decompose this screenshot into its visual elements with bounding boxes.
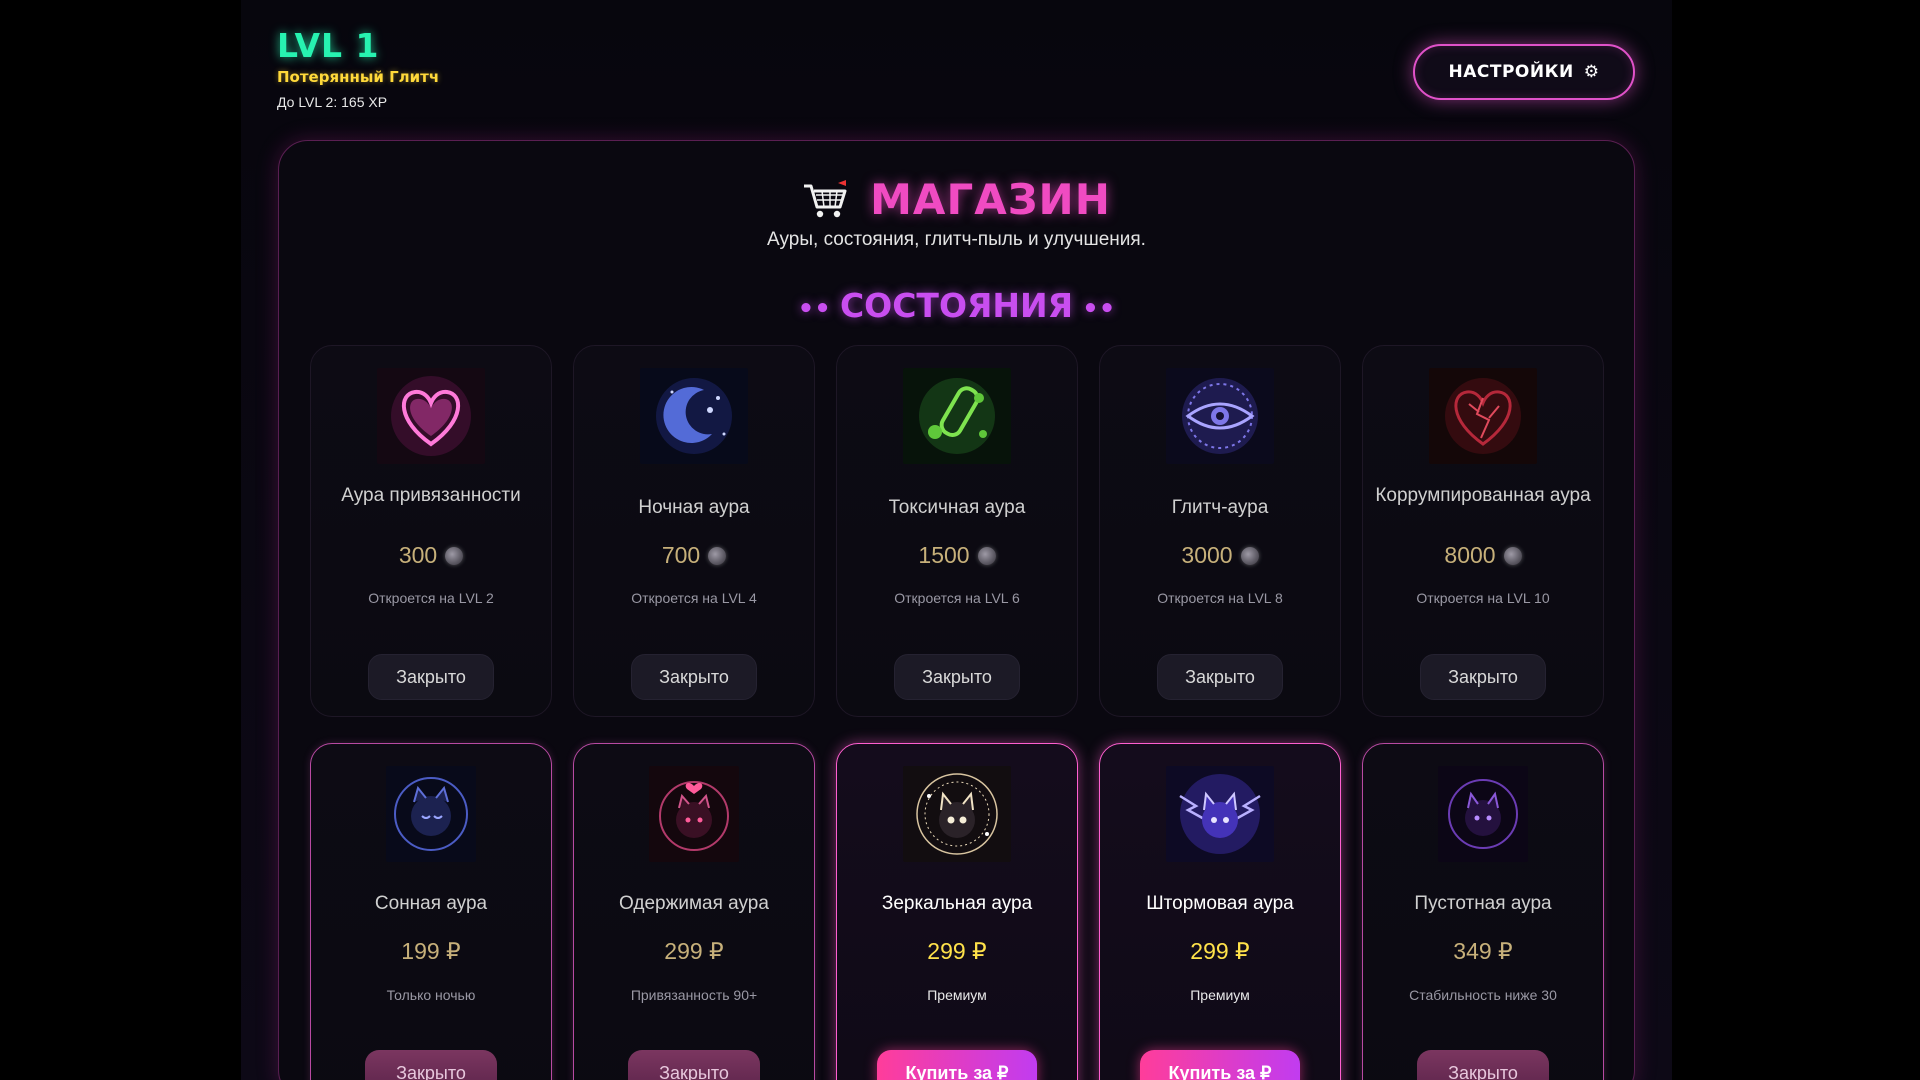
card-name: Ночная аура bbox=[638, 497, 750, 518]
card-price: 299 ₽ bbox=[837, 938, 1077, 965]
shopping-cart-icon bbox=[804, 179, 847, 217]
card-price: 199 ₽ bbox=[311, 938, 551, 965]
shop-card-premium: Штормовая аура 299 ₽ Премиум Купить за ₽ bbox=[1099, 743, 1341, 1080]
price-value: 8000 bbox=[1444, 542, 1496, 568]
buy-button[interactable]: Купить за ₽ bbox=[1140, 1050, 1300, 1080]
obsessed-cat-aura-icon bbox=[649, 766, 739, 862]
glitch-coin-icon bbox=[977, 546, 996, 565]
price-value: 299 ₽ bbox=[1190, 938, 1250, 964]
shop-card: Сонная аура 199 ₽ Только ночью Закрыто bbox=[310, 743, 552, 1080]
price-value: 299 ₽ bbox=[927, 938, 987, 964]
price-value: 199 ₽ bbox=[401, 938, 461, 964]
locked-button[interactable]: Закрыто bbox=[365, 1050, 497, 1080]
locked-button[interactable]: Закрыто bbox=[1417, 1050, 1549, 1080]
price-value: 349 ₽ bbox=[1453, 938, 1513, 964]
void-cat-aura-icon bbox=[1438, 766, 1528, 862]
rank-label: Потерянный Глитч bbox=[277, 68, 440, 86]
sleepy-cat-aura-icon bbox=[386, 766, 476, 862]
gear-icon: ⚙ bbox=[1583, 62, 1600, 82]
glitch-coin-icon bbox=[1503, 546, 1522, 565]
card-requirement: Только ночью bbox=[386, 987, 476, 1003]
locked-button[interactable]: Закрыто bbox=[1420, 654, 1546, 700]
moon-aura-icon bbox=[640, 368, 748, 464]
glitch-coin-icon bbox=[708, 546, 727, 565]
card-price: 299 ₽ bbox=[574, 938, 814, 965]
card-price: 3000 bbox=[1100, 542, 1340, 569]
shop-card: Токсичная аура 1500 Откроется на LVL 6 З… bbox=[836, 345, 1078, 717]
card-requirement: Откроется на LVL 2 bbox=[368, 590, 494, 606]
shop-card: Глитч-аура 3000 Откроется на LVL 8 Закры… bbox=[1099, 345, 1341, 717]
card-requirement: Стабильность ниже 30 bbox=[1409, 987, 1557, 1003]
card-name: Штормовая аура bbox=[1146, 893, 1294, 914]
section-title-text: СОСТОЯНИЯ bbox=[839, 286, 1074, 325]
shop-header: МАГАЗИН bbox=[279, 175, 1634, 224]
card-name: Одержимая аура bbox=[619, 893, 769, 914]
locked-button[interactable]: Закрыто bbox=[1157, 654, 1283, 700]
shop-panel: МАГАЗИН Ауры, состояния, глитч-пыль и ул… bbox=[278, 140, 1635, 1080]
toxic-aura-icon bbox=[903, 368, 1011, 464]
price-value: 1500 bbox=[918, 542, 970, 568]
card-requirement: Премиум bbox=[1190, 987, 1250, 1003]
locked-button[interactable]: Закрыто bbox=[631, 654, 757, 700]
card-price: 300 bbox=[311, 542, 551, 569]
heart-aura-icon bbox=[377, 368, 485, 464]
section-dots-right: •• bbox=[1073, 294, 1116, 324]
settings-button[interactable]: НАСТРОЙКИ ⚙ bbox=[1413, 44, 1635, 100]
card-price: 8000 bbox=[1363, 542, 1603, 569]
card-name: Пустотная аура bbox=[1414, 893, 1552, 914]
card-name: Глитч-аура bbox=[1171, 497, 1269, 518]
shop-subtitle: Ауры, состояния, глитч-пыль и улучшения. bbox=[767, 229, 1146, 250]
storm-cat-aura-icon bbox=[1166, 766, 1274, 862]
eye-aura-icon bbox=[1166, 368, 1274, 464]
card-price: 1500 bbox=[837, 542, 1077, 569]
card-requirement: Привязанность 90+ bbox=[630, 987, 758, 1003]
price-value: 299 ₽ bbox=[664, 938, 724, 964]
shop-title: МАГАЗИН bbox=[870, 175, 1111, 224]
level-label: LVL 1 bbox=[277, 26, 380, 65]
card-requirement: Откроется на LVL 4 bbox=[631, 590, 757, 606]
card-name: Зеркальная аура bbox=[881, 893, 1033, 914]
card-requirement: Откроется на LVL 8 bbox=[1157, 590, 1283, 606]
section-title: •• СОСТОЯНИЯ •• bbox=[279, 286, 1634, 325]
card-requirement: Откроется на LVL 6 bbox=[894, 590, 1020, 606]
shop-card: Одержимая аура 299 ₽ Привязанность 90+ З… bbox=[573, 743, 815, 1080]
shop-card-premium: Зеркальная аура 299 ₽ Премиум Купить за … bbox=[836, 743, 1078, 1080]
card-name: Коррумпированная аура bbox=[1375, 485, 1591, 506]
shop-card: Аура привязанности 300 Откроется на LVL … bbox=[310, 345, 552, 717]
buy-button[interactable]: Купить за ₽ bbox=[877, 1050, 1037, 1080]
shop-card: Ночная аура 700 Откроется на LVL 4 Закры… bbox=[573, 345, 815, 717]
settings-button-label: НАСТРОЙКИ bbox=[1448, 62, 1574, 82]
price-value: 3000 bbox=[1181, 542, 1233, 568]
card-requirement: Премиум bbox=[927, 987, 987, 1003]
card-requirement: Откроется на LVL 10 bbox=[1416, 590, 1550, 606]
price-value: 300 bbox=[398, 542, 438, 568]
app-window: LVL 1 Потерянный Глитч До LVL 2: 165 XP … bbox=[241, 0, 1672, 1080]
card-name: Токсичная аура bbox=[888, 497, 1026, 518]
mirror-cat-aura-icon bbox=[903, 766, 1011, 862]
card-name: Аура привязанности bbox=[341, 485, 521, 506]
card-name: Сонная аура bbox=[374, 893, 488, 914]
price-value: 700 bbox=[661, 542, 701, 568]
shop-card: Пустотная аура 349 ₽ Стабильность ниже 3… bbox=[1362, 743, 1604, 1080]
xp-to-next-label: До LVL 2: 165 XP bbox=[277, 94, 388, 110]
card-price: 349 ₽ bbox=[1363, 938, 1603, 965]
locked-button[interactable]: Закрыто bbox=[628, 1050, 760, 1080]
glitch-coin-icon bbox=[445, 546, 464, 565]
section-dots-left: •• bbox=[797, 294, 840, 324]
shop-card: Коррумпированная аура 8000 Откроется на … bbox=[1362, 345, 1604, 717]
level-panel: LVL 1 Потерянный Глитч До LVL 2: 165 XP bbox=[277, 26, 440, 111]
card-price: 299 ₽ bbox=[1100, 938, 1340, 965]
locked-button[interactable]: Закрыто bbox=[894, 654, 1020, 700]
corrupt-heart-aura-icon bbox=[1429, 368, 1537, 464]
glitch-coin-icon bbox=[1240, 546, 1259, 565]
locked-button[interactable]: Закрыто bbox=[368, 654, 494, 700]
card-price: 700 bbox=[574, 542, 814, 569]
